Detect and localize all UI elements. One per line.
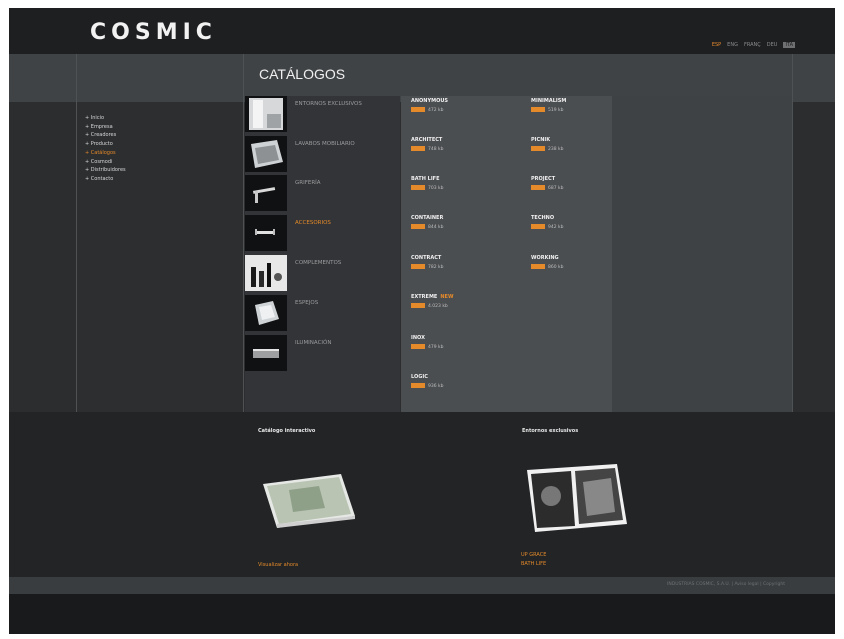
pdf-icon: [411, 146, 425, 151]
pdf-icon: [411, 224, 425, 229]
pdf-icon: [411, 303, 425, 308]
exclusive-environments-image[interactable]: [521, 462, 631, 534]
accesorios-thumbnail: [245, 215, 287, 251]
lang-fra[interactable]: FRANÇ: [744, 42, 761, 48]
page-frame: COSMIC ESP ENG FRANÇ DEU ITA CATÁLOGOS +…: [9, 8, 835, 634]
footer-text[interactable]: INDUSTRIAS COSMIC, S.A.U. | Aviso legal …: [667, 582, 785, 587]
lang-esp[interactable]: ESP: [712, 42, 721, 48]
lower-band: [9, 594, 835, 634]
pdf-icon: [531, 185, 545, 190]
lang-eng[interactable]: ENG: [727, 42, 738, 48]
catalog-item[interactable]: ARCHITECT 748 kb: [411, 137, 443, 152]
interactive-catalog-image[interactable]: [259, 472, 359, 532]
nav-item-distribuidores[interactable]: + Distribuidores: [85, 166, 126, 175]
pdf-icon: [531, 264, 545, 269]
product-catalog-list: ANONYMOUS 472 kb ARCHITECT 748 kb BATH L…: [401, 96, 612, 412]
category-entornos[interactable]: ENTORNOS EXCLUSIVOS: [245, 96, 400, 132]
griferia-thumbnail: [245, 175, 287, 211]
nav-item-creadores[interactable]: + Creadores: [85, 131, 126, 140]
complementos-thumbnail: [245, 255, 287, 291]
lang-deu[interactable]: DEU: [767, 42, 778, 48]
category-espejos[interactable]: ESPEJOS: [245, 295, 400, 331]
bath-life-link[interactable]: BATH LIFE: [521, 561, 546, 567]
pdf-icon: [411, 185, 425, 190]
pdf-icon: [411, 264, 425, 269]
category-lavabos[interactable]: LAVABOS MOBILIARIO: [245, 136, 400, 172]
pdf-icon: [411, 344, 425, 349]
nav-item-empresa[interactable]: + Empresa: [85, 123, 126, 132]
category-label: ILUMINACIÓN: [295, 340, 332, 346]
cosmic-logo[interactable]: COSMIC: [90, 20, 217, 45]
category-label: GRIFERÍA: [295, 180, 321, 186]
catalog-item[interactable]: CONTAINER 844 kb: [411, 215, 443, 230]
category-list: ENTORNOS EXCLUSIVOS LAVABOS MOBILIARIO G…: [245, 96, 400, 412]
espejos-thumbnail: [245, 295, 287, 331]
iluminacion-thumbnail: [245, 335, 287, 371]
interactive-catalog-title: Catálogo interactivo: [258, 428, 316, 434]
nav-item-catalogos[interactable]: + Catálogos: [85, 149, 126, 158]
new-badge: NEW: [440, 294, 454, 300]
catalog-item[interactable]: PICNIK 238 kb: [531, 137, 563, 152]
category-iluminacion[interactable]: ILUMINACIÓN: [245, 335, 400, 371]
category-griferia[interactable]: GRIFERÍA: [245, 175, 400, 211]
catalog-item[interactable]: EXTREME NEW 4.023 kb: [411, 294, 453, 309]
catalog-item[interactable]: ANONYMOUS 472 kb: [411, 98, 448, 113]
category-label: ACCESORIOS: [295, 220, 331, 226]
up-grace-link[interactable]: UP GRACE: [521, 552, 546, 558]
lang-ita[interactable]: ITA: [783, 42, 795, 48]
category-label: ESPEJOS: [295, 300, 319, 306]
category-label: COMPLEMENTOS: [295, 260, 342, 266]
lavabos-thumbnail: [245, 136, 287, 172]
category-accesorios[interactable]: ACCESORIOS: [245, 215, 400, 251]
catalog-item[interactable]: BATH LIFE 703 kb: [411, 176, 443, 191]
pdf-icon: [531, 107, 545, 112]
pdf-icon: [411, 383, 425, 388]
site-footer: INDUSTRIAS COSMIC, S.A.U. | Aviso legal …: [9, 577, 835, 594]
catalog-item[interactable]: INOX 479 kb: [411, 335, 443, 350]
left-navigation: + Inicio + Empresa + Creadores + Product…: [77, 102, 243, 412]
catalog-item[interactable]: CONTRACT 782 kb: [411, 255, 443, 270]
catalog-item[interactable]: MINIMALISM 519 kb: [531, 98, 566, 113]
empty-panel: [612, 96, 792, 412]
pdf-icon: [411, 107, 425, 112]
view-now-link[interactable]: Visualizar ahora: [258, 562, 298, 568]
exclusive-environments-title: Entornos exclusivos: [522, 428, 579, 434]
catalog-item[interactable]: WORKING 860 kb: [531, 255, 563, 270]
nav-item-contacto[interactable]: + Contacto: [85, 175, 126, 184]
title-band: [9, 54, 835, 102]
site-header: COSMIC ESP ENG FRANÇ DEU ITA: [9, 8, 835, 54]
entornos-thumbnail: [245, 96, 287, 132]
category-complementos[interactable]: COMPLEMENTOS: [245, 255, 400, 291]
nav-item-inicio[interactable]: + Inicio: [85, 114, 126, 123]
nav-item-cosmodi[interactable]: + Cosmodi: [85, 158, 126, 167]
catalog-item[interactable]: TECHNO 942 kb: [531, 215, 563, 230]
page-title: CATÁLOGOS: [259, 66, 346, 82]
catalog-item[interactable]: PROJECT 687 kb: [531, 176, 563, 191]
nav-item-producto[interactable]: + Producto: [85, 140, 126, 149]
bottom-section: Catálogo interactivo Visualizar ahora En…: [9, 412, 835, 577]
pdf-icon: [531, 146, 545, 151]
pdf-icon: [531, 224, 545, 229]
catalog-item[interactable]: LOGIC 936 kb: [411, 374, 443, 389]
category-label: LAVABOS MOBILIARIO: [295, 141, 355, 147]
category-label: ENTORNOS EXCLUSIVOS: [295, 101, 362, 107]
language-selector: ESP ENG FRANÇ DEU ITA: [712, 42, 795, 48]
